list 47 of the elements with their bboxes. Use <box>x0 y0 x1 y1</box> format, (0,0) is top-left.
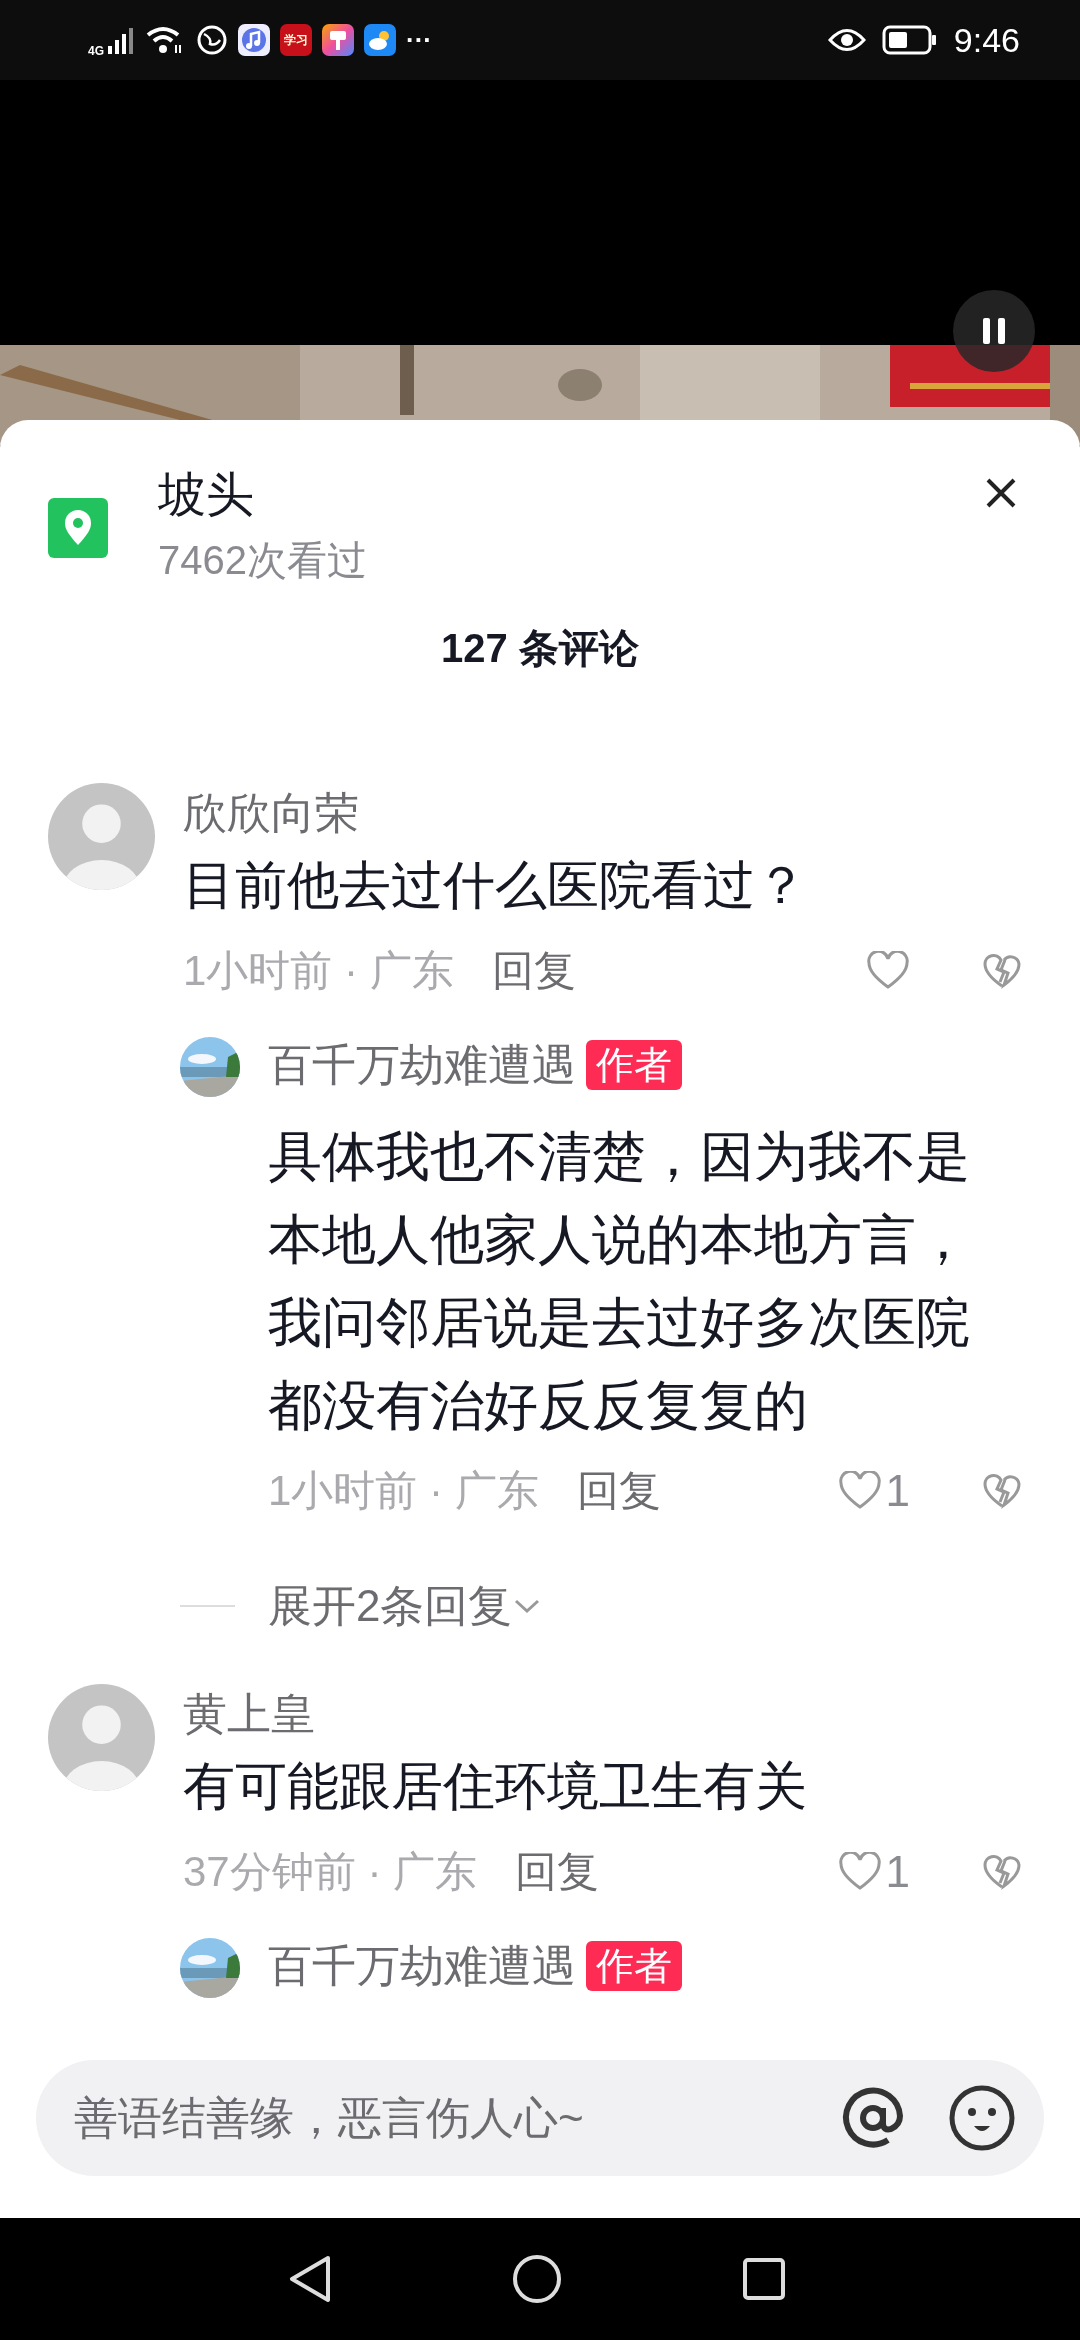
location-title: 坡头 <box>158 467 255 523</box>
expand-replies-link[interactable]: 展开2条回复 <box>268 1576 513 1636</box>
back-icon[interactable] <box>288 2254 332 2304</box>
paint-app-icon <box>322 24 354 56</box>
comment-text: 目前他去过什么医院看过？ <box>183 855 808 916</box>
comment-input-bar[interactable]: 善语结善缘，恶言伤人心~ <box>36 2060 1044 2176</box>
author-name[interactable]: 百千万劫难遭遇 <box>268 1936 576 1996</box>
comment-count: 127 条评论 <box>440 625 640 672</box>
home-icon[interactable] <box>512 2254 562 2304</box>
network-type: 4G <box>88 44 104 58</box>
broken-heart-icon[interactable] <box>982 1472 1022 1510</box>
recent-apps-icon[interactable] <box>742 2257 786 2301</box>
broken-heart-icon[interactable] <box>982 1853 1022 1891</box>
close-icon <box>984 476 1018 510</box>
author-badge: 作者 <box>586 1941 682 1991</box>
comment-meta: 1小时前 · 广东 <box>268 1466 539 1516</box>
author-badge: 作者 <box>586 1040 682 1090</box>
battery-icon <box>881 25 938 55</box>
reply-link[interactable]: 回复 <box>515 1844 600 1900</box>
heart-icon[interactable] <box>866 951 910 991</box>
comment-input-field[interactable]: 善语结善缘，恶言伤人心~ <box>72 2092 798 2144</box>
emoji-icon[interactable] <box>948 2084 1016 2152</box>
like-count: 1 <box>885 1466 910 1516</box>
eye-icon <box>827 27 866 53</box>
comment-text: 有可能跟居住环境卫生有关 <box>183 1756 808 1817</box>
reply-link[interactable]: 回复 <box>576 1463 661 1519</box>
clock-time: 9:46 <box>953 20 1020 60</box>
broken-heart-icon[interactable] <box>982 952 1022 990</box>
reply-link[interactable]: 回复 <box>491 943 576 999</box>
author-name[interactable]: 黄上皇 <box>183 1684 1022 1744</box>
like-count: 1 <box>885 1847 910 1897</box>
reply-text: 具体我也不清楚，因为我不是本地人他家人说的本地方言，我问邻居说是去过好多次医院都没有治好反反复复的 <box>268 1125 971 1437</box>
weather-app-icon <box>364 24 396 56</box>
heart-icon[interactable] <box>837 1471 882 1511</box>
globe-icon <box>196 24 228 56</box>
music-app-icon <box>238 24 270 56</box>
comment-meta: 37分钟前 · 广东 <box>183 1847 478 1897</box>
comment-meta: 1小时前 · 广东 <box>183 946 454 996</box>
view-count: 7462次看过 <box>158 537 368 584</box>
signal-icon <box>106 26 136 54</box>
location-pin-icon <box>48 498 108 558</box>
author-name[interactable]: 欣欣向荣 <box>183 783 1022 843</box>
heart-icon[interactable] <box>837 1852 882 1892</box>
study-app-icon: 学习 <box>280 24 312 56</box>
pause-icon <box>981 316 1007 346</box>
more-notifications: ··· <box>406 24 432 56</box>
author-name[interactable]: 百千万劫难遭遇 <box>268 1035 576 1095</box>
